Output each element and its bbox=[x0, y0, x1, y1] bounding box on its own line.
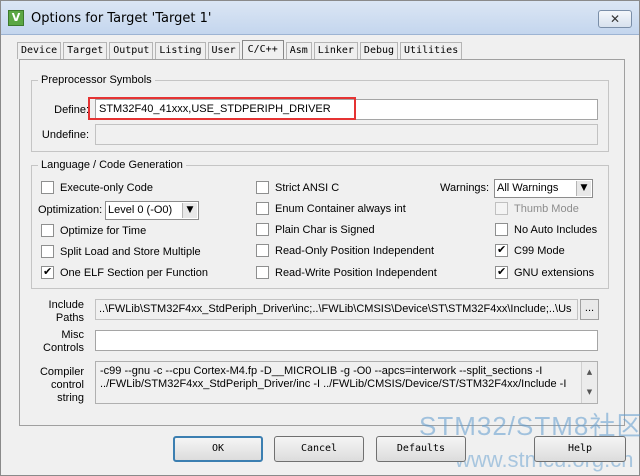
one-elf-checkbox[interactable]: One ELF Section per Function bbox=[41, 265, 208, 279]
include-label-line2: Paths bbox=[55, 312, 84, 324]
split-load-checkbox[interactable]: Split Load and Store Multiple bbox=[41, 245, 201, 258]
thumb-mode-label: Thumb Mode bbox=[514, 202, 579, 215]
compiler-label-line2: control bbox=[50, 379, 84, 391]
tab-output[interactable]: Output bbox=[109, 42, 154, 59]
execute-only-checkbox[interactable]: Execute-only Code bbox=[41, 181, 153, 194]
compiler-line-1: -c99 --gnu -c --cpu Cortex-M4.fp -D__MIC… bbox=[100, 365, 543, 377]
c99-mode-label: C99 Mode bbox=[514, 244, 565, 257]
plain-char-checkbox[interactable]: Plain Char is Signed bbox=[256, 223, 375, 236]
language-legend: Language / Code Generation bbox=[41, 159, 183, 171]
optimization-label: Optimization: bbox=[38, 204, 103, 216]
no-auto-includes-box[interactable] bbox=[495, 223, 508, 236]
undefine-label: Undefine: bbox=[41, 129, 89, 141]
cancel-button[interactable]: Cancel bbox=[274, 436, 364, 462]
ro-pi-label: Read-Only Position Independent bbox=[275, 244, 434, 257]
optimize-time-label: Optimize for Time bbox=[60, 224, 147, 237]
misc-label-line1: Misc bbox=[61, 329, 84, 341]
split-load-box[interactable] bbox=[41, 245, 54, 258]
scroll-down-icon[interactable]: ▼ bbox=[582, 382, 597, 402]
execute-only-box[interactable] bbox=[41, 181, 54, 194]
chevron-down-icon[interactable]: ▼ bbox=[182, 203, 197, 218]
help-button[interactable]: Help bbox=[534, 436, 626, 462]
tab-bar: Device Target Output Listing User C/C++ … bbox=[17, 39, 464, 60]
tab-target[interactable]: Target bbox=[63, 42, 108, 59]
title-bar: V Options for Target 'Target 1' ✕ bbox=[1, 1, 639, 35]
gnu-extensions-checkbox[interactable]: GNU extensions bbox=[495, 265, 595, 279]
enum-container-box[interactable] bbox=[256, 202, 269, 215]
options-dialog: V Options for Target 'Target 1' ✕ Device… bbox=[0, 0, 640, 476]
scroll-up-icon[interactable]: ▲ bbox=[582, 362, 597, 382]
rw-pi-box[interactable] bbox=[256, 266, 269, 279]
no-auto-includes-label: No Auto Includes bbox=[514, 223, 598, 236]
close-button[interactable]: ✕ bbox=[598, 10, 632, 28]
chevron-down-icon[interactable]: ▼ bbox=[576, 181, 591, 196]
enum-container-label: Enum Container always int bbox=[275, 202, 406, 215]
include-browse-button[interactable]: ... bbox=[580, 299, 599, 320]
thumb-mode-box bbox=[495, 202, 508, 215]
defaults-button[interactable]: Defaults bbox=[376, 436, 466, 462]
strict-ansi-checkbox[interactable]: Strict ANSI C bbox=[256, 181, 339, 194]
plain-char-box[interactable] bbox=[256, 223, 269, 236]
tab-asm[interactable]: Asm bbox=[285, 42, 312, 59]
define-label: Define: bbox=[54, 104, 89, 116]
define-highlight-box bbox=[88, 97, 356, 120]
warnings-value: All Warnings bbox=[497, 182, 559, 194]
strict-ansi-label: Strict ANSI C bbox=[275, 181, 340, 194]
compiler-line-2: ../FWLib/STM32F4xx_StdPeriph_Driver/inc … bbox=[100, 378, 567, 390]
optimize-time-box[interactable] bbox=[41, 224, 54, 237]
undefine-input[interactable] bbox=[95, 124, 598, 145]
window-title: Options for Target 'Target 1' bbox=[31, 11, 212, 26]
one-elf-label: One ELF Section per Function bbox=[60, 266, 208, 279]
tab-listing[interactable]: Listing bbox=[155, 42, 206, 59]
no-auto-includes-checkbox[interactable]: No Auto Includes bbox=[495, 223, 597, 236]
rw-pi-checkbox[interactable]: Read-Write Position Independent bbox=[256, 266, 437, 279]
execute-only-label: Execute-only Code bbox=[60, 181, 153, 194]
plain-char-label: Plain Char is Signed bbox=[275, 223, 375, 236]
split-load-label: Split Load and Store Multiple bbox=[60, 245, 201, 258]
c99-mode-box[interactable] bbox=[495, 243, 508, 257]
compiler-label-line1: Compiler bbox=[39, 366, 84, 378]
c99-mode-checkbox[interactable]: C99 Mode bbox=[495, 243, 565, 257]
ro-pi-box[interactable] bbox=[256, 244, 269, 257]
compiler-control-string[interactable]: -c99 --gnu -c --cpu Cortex-M4.fp -D__MIC… bbox=[95, 361, 598, 404]
thumb-mode-checkbox: Thumb Mode bbox=[495, 202, 579, 215]
misc-label-line2: Controls bbox=[43, 342, 84, 354]
optimization-select[interactable]: Level 0 (-O0) ▼ bbox=[105, 201, 199, 220]
ok-button[interactable]: OK bbox=[173, 436, 263, 462]
warnings-label: Warnings: bbox=[440, 182, 490, 194]
gnu-extensions-box[interactable] bbox=[495, 265, 508, 279]
optimize-time-checkbox[interactable]: Optimize for Time bbox=[41, 224, 146, 237]
tab-user[interactable]: User bbox=[207, 42, 240, 59]
preprocessor-legend: Preprocessor Symbols bbox=[41, 74, 152, 86]
keil-app-icon: V bbox=[8, 10, 24, 26]
include-paths-input[interactable]: ..\FWLib\STM32F4xx_StdPeriph_Driver\inc;… bbox=[95, 299, 578, 320]
optimization-value: Level 0 (-O0) bbox=[108, 204, 173, 216]
warnings-select[interactable]: All Warnings ▼ bbox=[494, 179, 593, 198]
one-elf-box[interactable] bbox=[41, 265, 54, 279]
enum-container-checkbox[interactable]: Enum Container always int bbox=[256, 202, 406, 215]
tab-linker[interactable]: Linker bbox=[313, 42, 358, 59]
compiler-scrollbar[interactable]: ▲ ▼ bbox=[581, 362, 597, 403]
misc-controls-input[interactable] bbox=[95, 330, 598, 351]
rw-pi-label: Read-Write Position Independent bbox=[275, 266, 437, 279]
include-label-line1: Include bbox=[48, 299, 84, 311]
gnu-extensions-label: GNU extensions bbox=[514, 266, 595, 279]
tab-device[interactable]: Device bbox=[17, 42, 62, 59]
tab-debug[interactable]: Debug bbox=[359, 42, 399, 59]
tab-c-cpp[interactable]: C/C++ bbox=[241, 40, 284, 60]
ro-pi-checkbox[interactable]: Read-Only Position Independent bbox=[256, 244, 434, 257]
strict-ansi-box[interactable] bbox=[256, 181, 269, 194]
compiler-label-line3: string bbox=[57, 392, 84, 404]
tab-utilities[interactable]: Utilities bbox=[400, 42, 463, 59]
